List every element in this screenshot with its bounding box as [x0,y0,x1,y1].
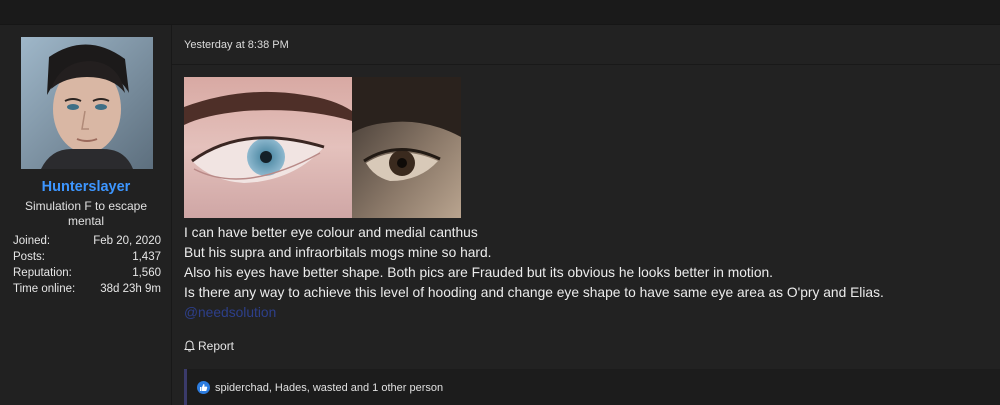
forum-post: Hunterslayer Simulation F to escape ment… [0,24,1000,405]
stat-label: Time online: [13,283,76,295]
post-body: I can have better eye colour and medial … [184,223,984,323]
reactions-list-link[interactable]: spiderchad, Hades, wasted and 1 other pe… [215,382,443,394]
stat-value[interactable]: 1,437 [132,249,161,265]
post-attached-image[interactable] [184,77,461,218]
like-icon [197,381,210,394]
report-label: Report [198,339,235,353]
stat-label: Posts: [13,251,45,263]
reactions-bar: spiderchad, Hades, wasted and 1 other pe… [184,369,1000,405]
user-title: Simulation F to escape mental [24,199,148,228]
stat-reputation: Reputation: 1,560 [13,265,161,281]
stat-time-online: Time online: 38d 23h 9m [13,281,161,297]
post-timestamp[interactable]: Yesterday at 8:38 PM [184,39,289,51]
user-info-panel: Hunterslayer Simulation F to escape ment… [0,25,172,405]
stat-joined: Joined: Feb 20, 2020 [13,233,161,249]
stat-label: Joined: [13,235,51,247]
post-line: Is there any way to achieve this level o… [184,285,884,300]
stat-label: Reputation: [13,267,72,279]
username-link[interactable]: Hunterslayer [0,179,172,195]
report-button[interactable]: Report [184,339,234,353]
bell-icon [184,340,195,352]
post-header: Yesterday at 8:38 PM [172,25,1000,65]
user-avatar[interactable] [21,37,153,169]
stat-value: 1,560 [132,267,161,279]
post-line: But his supra and infraorbitals mogs min… [184,245,492,260]
post-content: Yesterday at 8:38 PM I can have better e… [172,25,1000,405]
user-stats: Joined: Feb 20, 2020 Posts: 1,437 Reputa… [13,233,161,297]
stat-value: Feb 20, 2020 [93,235,161,247]
post-line: I can have better eye colour and medial … [184,225,478,240]
stat-value: 38d 23h 9m [100,283,161,295]
user-mention-link[interactable]: @needsolution [184,305,276,320]
stat-posts: Posts: 1,437 [13,249,161,265]
post-line: Also his eyes have better shape. Both pi… [184,265,774,280]
